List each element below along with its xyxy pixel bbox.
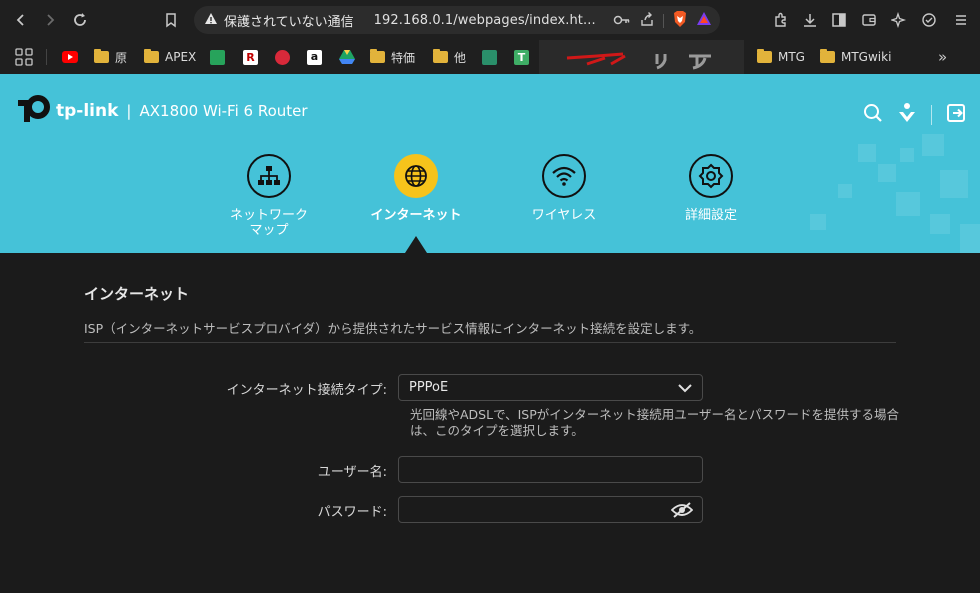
nav-label: 詳細設定: [684, 208, 737, 223]
browser-toolbar: 保護されていない通信 192.168.0.1/webpages/index.ht…: [0, 0, 980, 40]
password-input[interactable]: [398, 496, 703, 523]
youtube-icon[interactable]: [62, 51, 78, 66]
bookmarks-bar: 原 APEX R a 特価 他 T MTG MTGwiki »: [0, 40, 980, 74]
gear-icon: [689, 154, 733, 198]
folder-icon: [433, 49, 448, 63]
globe-icon: [394, 154, 438, 198]
section-description: ISP（インターネットサービスプロバイダ）から提供されたサービス情報にインターネ…: [84, 321, 702, 336]
extensions-icon[interactable]: [768, 7, 794, 33]
folder-icon: [94, 49, 109, 63]
network-map-icon: [247, 154, 291, 198]
bookmark-item[interactable]: MTGwiki: [820, 46, 891, 68]
connection-type-select[interactable]: PPPoE: [398, 374, 703, 401]
warning-icon[interactable]: [204, 12, 218, 28]
hide-password-icon[interactable]: [670, 502, 694, 522]
security-label[interactable]: 保護されていない通信: [224, 11, 354, 30]
router-model: AX1800 Wi-Fi 6 Router: [139, 102, 308, 120]
brand-separator: |: [126, 102, 132, 120]
nav-network-map[interactable]: ネットワーク マップ: [209, 154, 329, 238]
tp-link-logo-icon: [18, 95, 50, 122]
folder-icon: [370, 49, 385, 63]
divider: [84, 342, 896, 343]
brave-rewards-icon[interactable]: [696, 11, 712, 31]
router-header: tp-link | AX1800 Wi-Fi 6 Router ネットワーク マ…: [0, 74, 980, 253]
username-input[interactable]: [398, 456, 703, 483]
more-bookmarks-icon[interactable]: »: [938, 48, 947, 66]
section-title: インターネット: [84, 285, 190, 303]
site-favicon[interactable]: [275, 50, 290, 65]
internet-settings-panel: インターネット ISP（インターネットサービスプロバイダ）から提供されたサービス…: [0, 253, 980, 593]
leo-ai-icon[interactable]: [886, 7, 912, 33]
rakuten-icon[interactable]: R: [243, 50, 258, 65]
search-icon[interactable]: [863, 103, 883, 127]
amazon-icon[interactable]: a: [307, 50, 322, 65]
site-favicon[interactable]: [210, 50, 225, 65]
google-drive-icon[interactable]: [339, 50, 355, 67]
forward-icon[interactable]: [37, 7, 63, 33]
site-favicon[interactable]: T: [514, 50, 529, 65]
bookmark-item[interactable]: 他: [433, 46, 466, 68]
url-text[interactable]: 192.168.0.1/webpages/index.ht...: [374, 13, 596, 28]
site-favicon[interactable]: [482, 50, 497, 65]
nav-label: インターネット: [370, 208, 462, 223]
wallet-icon[interactable]: [856, 7, 882, 33]
connection-type-hint: 光回線やADSLで、ISPがインターネット接続用ユーザー名とパスワードを提供する…: [410, 407, 899, 438]
chevron-down-icon: [678, 382, 692, 397]
nav-label: ネットワーク マップ: [229, 208, 308, 238]
tp-link-logo: tp-link | AX1800 Wi-Fi 6 Router: [16, 94, 308, 128]
nav-advanced[interactable]: 詳細設定: [651, 154, 771, 223]
bookmark-icon[interactable]: [158, 7, 184, 33]
brave-shield-icon[interactable]: [672, 10, 688, 32]
brand-name: tp-link: [56, 101, 119, 121]
bookmark-item[interactable]: 特価: [370, 46, 415, 68]
logout-icon[interactable]: [946, 103, 966, 127]
wifi-icon: [542, 154, 586, 198]
folder-icon: [757, 49, 772, 63]
key-icon[interactable]: [613, 12, 631, 31]
password-label: パスワード:: [317, 505, 387, 520]
download-icon[interactable]: [797, 7, 823, 33]
active-tab-indicator: [405, 236, 427, 253]
menu-icon[interactable]: [948, 7, 974, 33]
nav-label: ワイヤレス: [531, 208, 597, 223]
folder-icon: [144, 49, 159, 63]
bookmark-item[interactable]: MTG: [757, 46, 805, 68]
bookmark-item[interactable]: APEX: [144, 46, 196, 68]
nav-wireless[interactable]: ワイヤレス: [504, 154, 624, 223]
folder-icon: [820, 49, 835, 63]
vpn-icon[interactable]: [916, 7, 942, 33]
connection-type-value: PPPoE: [409, 380, 449, 395]
apps-grid-icon[interactable]: [15, 48, 33, 69]
connection-type-label: インターネット接続タイプ:: [226, 383, 387, 398]
tether-app-icon[interactable]: [897, 102, 917, 128]
share-icon[interactable]: [639, 11, 655, 31]
bookmark-item[interactable]: 原: [94, 46, 127, 68]
reload-icon[interactable]: [67, 7, 93, 33]
nav-internet[interactable]: インターネット: [356, 154, 476, 223]
address-bar[interactable]: 保護されていない通信 192.168.0.1/webpages/index.ht…: [194, 6, 720, 34]
username-label: ユーザー名:: [317, 465, 387, 480]
sidebar-icon[interactable]: [826, 7, 852, 33]
back-icon[interactable]: [8, 7, 34, 33]
